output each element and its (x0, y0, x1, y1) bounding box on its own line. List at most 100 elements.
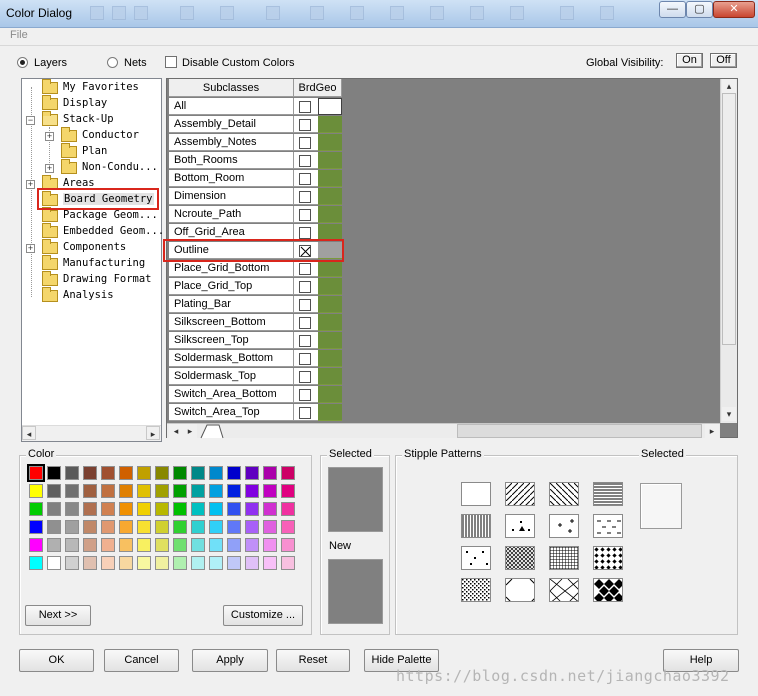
subclass-visibility-checkbox[interactable] (299, 119, 311, 131)
subclass-color-swatch[interactable] (318, 332, 342, 349)
palette-swatch[interactable] (101, 466, 115, 480)
palette-swatch[interactable] (173, 556, 187, 570)
stipple-pattern-diamond-cross[interactable] (549, 578, 579, 602)
nets-radio[interactable] (107, 57, 118, 68)
subclass-row-name[interactable]: Switch_Area_Top (169, 404, 294, 421)
subclass-row-name[interactable]: Switch_Area_Bottom (169, 386, 294, 403)
stipple-pattern-plus[interactable] (549, 514, 579, 538)
palette-swatch[interactable] (227, 484, 241, 498)
subclass-row-name[interactable]: Plating_Bar (169, 296, 294, 313)
palette-swatch[interactable] (47, 556, 61, 570)
stipple-pattern-dots-a[interactable] (505, 514, 535, 538)
close-button[interactable]: ✕ (713, 1, 755, 18)
subclass-row-name[interactable]: Place_Grid_Top (169, 278, 294, 295)
palette-swatch[interactable] (155, 484, 169, 498)
palette-swatch[interactable] (47, 484, 61, 498)
subclass-row-name[interactable]: Silkscreen_Top (169, 332, 294, 349)
scroll-left-icon[interactable]: ◂ (22, 426, 36, 440)
collapse-icon[interactable]: − (26, 116, 35, 125)
palette-swatch[interactable] (209, 556, 223, 570)
palette-swatch[interactable] (263, 484, 277, 498)
subclass-color-swatch[interactable] (318, 116, 342, 133)
palette-swatch[interactable] (29, 520, 43, 534)
cancel-button[interactable]: Cancel (104, 649, 179, 672)
palette-swatch[interactable] (65, 484, 79, 498)
palette-swatch[interactable] (281, 538, 295, 552)
subclass-visibility-checkbox[interactable] (299, 299, 311, 311)
palette-swatch[interactable] (47, 502, 61, 516)
ok-button[interactable]: OK (19, 649, 94, 672)
palette-swatch[interactable] (281, 556, 295, 570)
palette-swatch[interactable] (29, 502, 43, 516)
stipple-pattern-vertical[interactable] (461, 514, 491, 538)
palette-swatch[interactable] (245, 466, 259, 480)
stipple-pattern-sparse-dots[interactable] (461, 546, 491, 570)
palette-swatch[interactable] (155, 538, 169, 552)
subclass-color-swatch[interactable] (318, 134, 342, 151)
palette-swatch[interactable] (137, 484, 151, 498)
palette-swatch[interactable] (83, 484, 97, 498)
subclass-color-swatch[interactable] (318, 188, 342, 205)
palette-swatch[interactable] (47, 520, 61, 534)
subclass-visibility-checkbox[interactable] (299, 335, 311, 347)
stipple-pattern-checker-dots[interactable] (593, 546, 623, 570)
table-vertical-scrollbar[interactable]: ▴ ▾ (720, 79, 737, 423)
disable-custom-colors-checkbox[interactable] (165, 56, 177, 68)
palette-swatch[interactable] (209, 466, 223, 480)
palette-swatch[interactable] (29, 484, 43, 498)
next-palette-button[interactable]: Next >> (25, 605, 91, 626)
subclass-color-swatch[interactable] (318, 260, 342, 277)
subclass-row-name[interactable]: Assembly_Notes (169, 134, 294, 151)
palette-swatch[interactable] (191, 466, 205, 480)
horizontal-scroll-thumb[interactable] (457, 424, 702, 438)
minimize-button[interactable]: — (659, 1, 686, 18)
customize-button[interactable]: Customize ... (223, 605, 303, 626)
subclass-visibility-checkbox[interactable] (299, 209, 311, 221)
palette-swatch[interactable] (245, 556, 259, 570)
subclass-color-swatch[interactable] (318, 368, 342, 385)
scroll-right-icon[interactable]: ▸ (705, 424, 719, 438)
subclass-visibility-checkbox[interactable] (299, 317, 311, 329)
palette-swatch[interactable] (119, 520, 133, 534)
palette-swatch[interactable] (137, 538, 151, 552)
palette-swatch[interactable] (29, 556, 43, 570)
palette-swatch[interactable] (47, 466, 61, 480)
scroll-up-icon[interactable]: ▴ (722, 79, 736, 93)
subclass-visibility-checkbox[interactable] (299, 281, 311, 293)
subclass-color-swatch[interactable] (318, 98, 342, 115)
palette-swatch[interactable] (209, 538, 223, 552)
stipple-pattern-crosshatch[interactable] (505, 546, 535, 570)
palette-swatch[interactable] (173, 484, 187, 498)
palette-swatch[interactable] (209, 520, 223, 534)
palette-swatch[interactable] (191, 502, 205, 516)
palette-swatch[interactable] (191, 538, 205, 552)
stipple-pattern-horizontal[interactable] (593, 482, 623, 506)
sheet-tab-icon[interactable] (199, 424, 225, 439)
subclass-visibility-checkbox[interactable] (299, 263, 311, 275)
stipple-pattern-dashes[interactable] (593, 514, 623, 538)
layers-radio[interactable] (17, 57, 28, 68)
subclass-row-name[interactable]: All (169, 98, 294, 115)
scroll-thumb[interactable] (722, 93, 736, 345)
palette-swatch[interactable] (281, 520, 295, 534)
tree-horizontal-scrollbar[interactable]: ◂ ▸ (22, 425, 161, 441)
palette-swatch[interactable] (209, 484, 223, 498)
subclass-visibility-checkbox[interactable] (299, 137, 311, 149)
palette-swatch[interactable] (83, 556, 97, 570)
subclass-row-name[interactable]: Assembly_Detail (169, 116, 294, 133)
palette-swatch[interactable] (47, 538, 61, 552)
palette-swatch[interactable] (119, 466, 133, 480)
palette-swatch[interactable] (173, 466, 187, 480)
palette-swatch[interactable] (173, 502, 187, 516)
palette-swatch[interactable] (119, 484, 133, 498)
palette-swatch[interactable] (83, 538, 97, 552)
subclass-visibility-checkbox[interactable] (299, 389, 311, 401)
palette-swatch[interactable] (173, 520, 187, 534)
subclass-row-name[interactable]: Soldermask_Top (169, 368, 294, 385)
palette-swatch[interactable] (263, 538, 277, 552)
palette-swatch[interactable] (65, 556, 79, 570)
subclass-row-name[interactable]: Place_Grid_Bottom (169, 260, 294, 277)
palette-swatch[interactable] (245, 538, 259, 552)
subclass-visibility-checkbox[interactable] (299, 353, 311, 365)
table-horizontal-scrollbar[interactable]: ◂ ▸ ▸ (167, 423, 720, 439)
